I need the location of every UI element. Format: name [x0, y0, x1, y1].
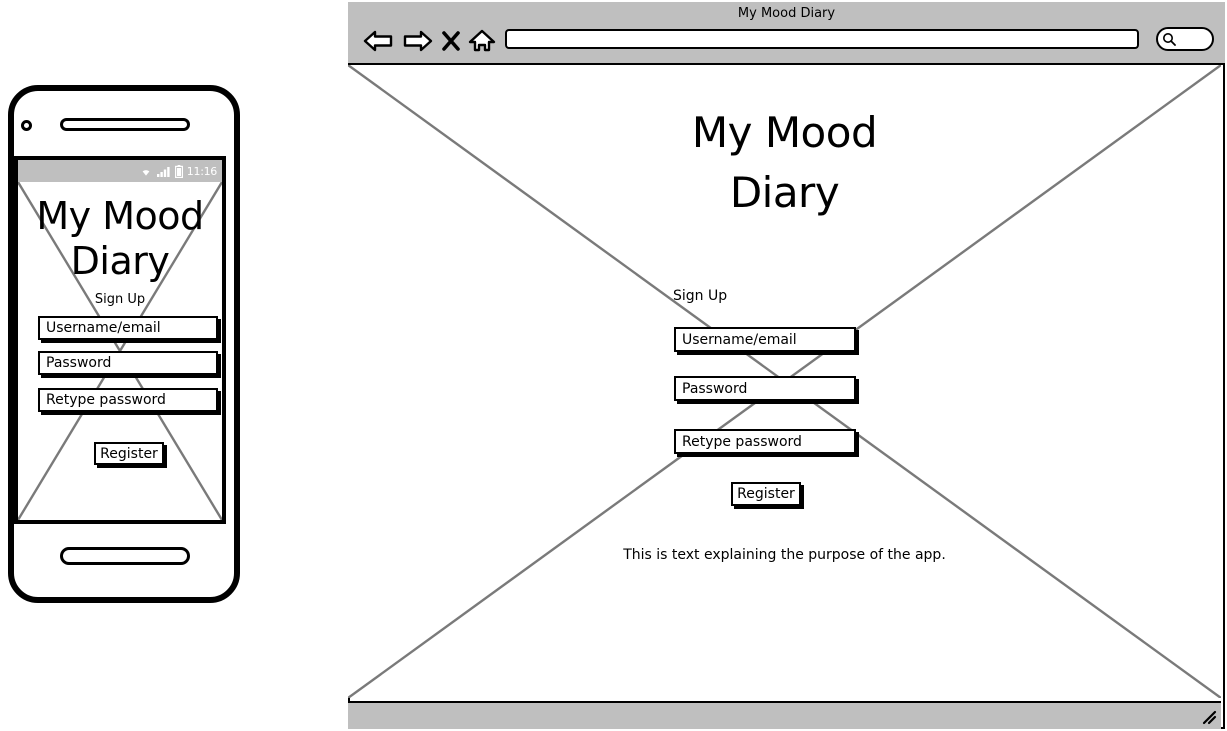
phone-app-title: My Mood Diary: [36, 194, 204, 283]
username-email-input[interactable]: Username/email: [674, 327, 856, 352]
phone-status-bar: 11:16: [18, 160, 222, 182]
signup-label: Sign Up: [673, 288, 728, 304]
browser-chrome: My Mood Diary: [348, 2, 1225, 65]
phone-clock: 11:16: [186, 164, 218, 178]
stop-x-icon[interactable]: [442, 24, 460, 58]
phone-earpiece-speaker: [60, 118, 190, 131]
browser-status-bar: [348, 701, 1221, 729]
search-box[interactable]: [1156, 27, 1214, 51]
retype-password-input[interactable]: Retype password: [674, 429, 856, 454]
password-input[interactable]: Password: [674, 376, 856, 401]
browser-window-title: My Mood Diary: [737, 6, 836, 21]
wifi-icon: [142, 170, 150, 176]
phone-password-value: Password: [46, 355, 112, 371]
phone-app-content: My Mood Diary Sign Up Username/email Pas…: [18, 182, 222, 520]
register-label: Register: [737, 486, 795, 502]
browser-toolbar: [348, 24, 1225, 60]
password-value: Password: [682, 380, 748, 397]
forward-arrow-icon[interactable]: [403, 24, 433, 58]
url-address-bar[interactable]: [505, 29, 1139, 49]
phone-register-label: Register: [100, 445, 158, 462]
phone-retype-password-input[interactable]: Retype password: [38, 388, 218, 412]
phone-screen: 11:16 My Mood Diary Sign Up Username/ema…: [14, 156, 226, 524]
back-arrow-icon[interactable]: [363, 24, 393, 58]
browser-viewport: My Mood Diary Sign Up Username/email Pas…: [348, 65, 1221, 698]
app-description-text: This is text explaining the purpose of t…: [623, 547, 946, 563]
phone-mockup: 11:16 My Mood Diary Sign Up Username/ema…: [8, 85, 240, 603]
page-heading-line2: Diary: [729, 168, 840, 217]
resize-grip-icon[interactable]: [1201, 709, 1217, 725]
signal-bars-icon: [156, 167, 170, 177]
browser-window-mockup: My Mood Diary My Mood Diary Sign Up User…: [348, 2, 1225, 729]
retype-password-value: Retype password: [682, 433, 802, 450]
phone-username-email-input[interactable]: Username/email: [38, 316, 218, 340]
phone-retype-password-value: Retype password: [46, 392, 166, 408]
phone-register-button[interactable]: Register: [94, 442, 164, 465]
magnifier-icon: [1163, 33, 1176, 46]
username-email-value: Username/email: [682, 331, 797, 348]
battery-icon: [174, 164, 183, 178]
phone-home-button[interactable]: [60, 547, 190, 565]
phone-password-input[interactable]: Password: [38, 351, 218, 375]
phone-signup-label: Sign Up: [94, 292, 146, 307]
register-button[interactable]: Register: [731, 482, 801, 506]
home-icon[interactable]: [468, 24, 496, 58]
phone-username-email-value: Username/email: [46, 320, 161, 336]
page-heading-line1: My Mood: [691, 108, 878, 157]
phone-camera-icon: [21, 120, 32, 131]
